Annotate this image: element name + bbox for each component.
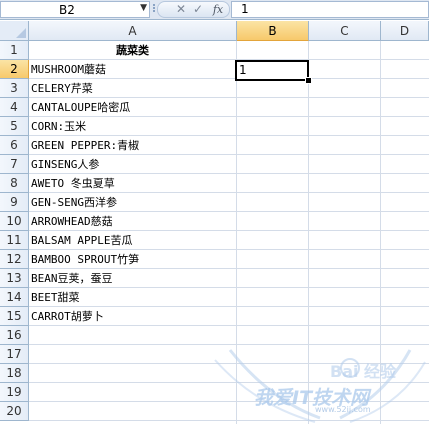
column-header-b[interactable]: B — [237, 21, 309, 41]
row-header-12[interactable]: 12 — [0, 250, 29, 269]
column-header-d[interactable]: D — [381, 21, 429, 41]
insert-function-icon[interactable]: fx — [210, 2, 226, 17]
formula-input[interactable]: 1 — [231, 1, 429, 18]
row-header-20[interactable]: 20 — [0, 402, 29, 421]
row-header-3[interactable]: 3 — [0, 79, 29, 98]
row-header-2[interactable]: 2 — [0, 60, 29, 79]
cancel-icon[interactable]: ✕ — [174, 2, 188, 17]
drag-handle-icon[interactable] — [152, 3, 156, 15]
selected-cell-b2[interactable]: 1 — [235, 60, 309, 81]
row-header-16[interactable]: 16 — [0, 326, 29, 345]
row-header-1[interactable]: 1 — [0, 41, 29, 60]
grid-line — [29, 344, 429, 345]
column-header-a[interactable]: A — [29, 21, 237, 41]
select-all-icon — [16, 28, 26, 38]
row-header-15[interactable]: 15 — [0, 307, 29, 326]
check-icon[interactable]: ✓ — [191, 2, 205, 17]
cell-a12[interactable]: BAMBOO SPROUT竹笋 — [31, 250, 139, 269]
grid-line — [29, 420, 429, 421]
watermark-url: www.52ij.com — [315, 405, 371, 414]
selected-cell-value: 1 — [239, 63, 247, 77]
cell-a4[interactable]: CANTALOUPE哈密瓜 — [31, 98, 130, 117]
cell-a13[interactable]: BEAN豆荚，蚕豆 — [31, 269, 113, 288]
row-header-11[interactable]: 11 — [0, 231, 29, 250]
cell-a3[interactable]: CELERY芹菜 — [31, 79, 93, 98]
cell-a14[interactable]: BEET甜菜 — [31, 288, 80, 307]
row-header-8[interactable]: 8 — [0, 174, 29, 193]
cell-a15[interactable]: CARROT胡萝卜 — [31, 307, 104, 326]
row-header-19[interactable]: 19 — [0, 383, 29, 402]
row-header-6[interactable]: 6 — [0, 136, 29, 155]
select-all-corner[interactable] — [0, 21, 29, 41]
name-box-value: B2 — [59, 3, 75, 17]
row-header-18[interactable]: 18 — [0, 364, 29, 383]
row-header-5[interactable]: 5 — [0, 117, 29, 136]
row-header-9[interactable]: 9 — [0, 193, 29, 212]
name-box[interactable]: B2 ▼ — [0, 1, 150, 18]
formula-buttons: ✕ ✓ fx — [157, 1, 230, 18]
cell-a5[interactable]: CORN:玉米 — [31, 117, 86, 136]
row-header-10[interactable]: 10 — [0, 212, 29, 231]
fill-handle[interactable] — [305, 77, 312, 84]
row-header-7[interactable]: 7 — [0, 155, 29, 174]
row-header-4[interactable]: 4 — [0, 98, 29, 117]
row-header-14[interactable]: 14 — [0, 288, 29, 307]
row-header-13[interactable]: 13 — [0, 269, 29, 288]
row-header-17[interactable]: 17 — [0, 345, 29, 364]
formula-value: 1 — [241, 2, 249, 16]
cell-a8[interactable]: AWETO 冬虫夏草 — [31, 174, 115, 193]
cell-a6[interactable]: GREEN PEPPER:青椒 — [31, 136, 139, 155]
cell-a2[interactable]: MUSHROOM蘑菇 — [31, 60, 106, 79]
cell-a11[interactable]: BALSAM APPLE苦瓜 — [31, 231, 132, 250]
cell-a9[interactable]: GEN-SENG西洋参 — [31, 193, 117, 212]
cell-a1[interactable]: 蔬菜类 — [29, 41, 236, 60]
chevron-down-icon[interactable]: ▼ — [140, 3, 147, 13]
watermark-baidu: Bai 经验 — [330, 362, 397, 381]
column-header-c[interactable]: C — [309, 21, 381, 41]
cell-a7[interactable]: GINSENG人参 — [31, 155, 99, 174]
cell-a10[interactable]: ARROWHEAD慈菇 — [31, 212, 113, 231]
formula-bar: B2 ▼ ✕ ✓ fx 1 — [0, 0, 429, 20]
